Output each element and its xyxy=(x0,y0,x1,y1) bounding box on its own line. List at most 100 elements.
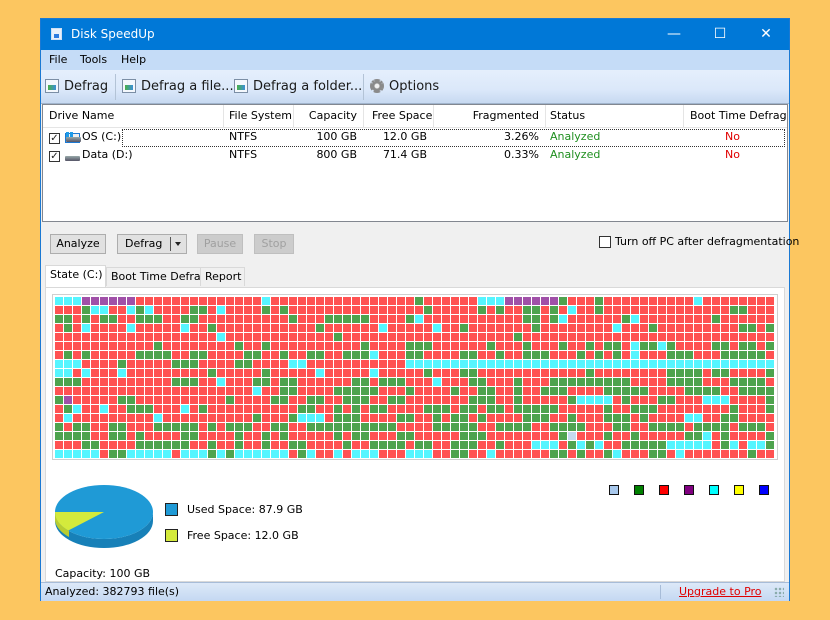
cluster-cell xyxy=(604,306,612,314)
col-status[interactable]: Status xyxy=(550,109,585,122)
cluster-cell xyxy=(208,396,216,404)
drive-row[interactable]: ✓ Data (D:) NTFS 800 GB 71.4 GB 0.33% An… xyxy=(43,147,787,165)
cluster-cell xyxy=(712,405,720,413)
cluster-cell xyxy=(343,378,351,386)
pause-button[interactable]: Pause xyxy=(197,234,243,254)
cluster-cell xyxy=(127,387,135,395)
cluster-cell xyxy=(514,306,522,314)
drive-list[interactable]: Drive Name File System Capacity Free Spa… xyxy=(42,104,788,222)
col-drive-name[interactable]: Drive Name xyxy=(49,109,114,122)
options-button[interactable]: Options xyxy=(370,76,439,96)
cluster-cell xyxy=(217,324,225,332)
drive-status: Analyzed xyxy=(550,130,601,143)
cluster-cell xyxy=(199,423,207,431)
cluster-cell xyxy=(604,297,612,305)
cluster-cell xyxy=(613,414,621,422)
cluster-cell xyxy=(586,315,594,323)
menu-help[interactable]: Help xyxy=(121,53,146,66)
defrag-split-button[interactable]: Defrag xyxy=(117,234,187,254)
cluster-cell xyxy=(622,378,630,386)
cluster-cell xyxy=(442,432,450,440)
cluster-cell xyxy=(388,405,396,413)
col-capacity[interactable]: Capacity xyxy=(309,109,357,122)
close-button[interactable]: ✕ xyxy=(743,19,789,50)
drive-checkbox[interactable]: ✓ xyxy=(49,133,60,144)
cluster-cell xyxy=(739,441,747,449)
cluster-cell xyxy=(622,315,630,323)
menu-file[interactable]: File xyxy=(49,53,67,66)
cluster-cell xyxy=(550,306,558,314)
cluster-cell xyxy=(541,387,549,395)
defrag-folder-button[interactable]: Defrag a folder... xyxy=(234,76,362,96)
defrag-file-button[interactable]: Defrag a file... xyxy=(122,76,234,96)
cluster-cell xyxy=(136,405,144,413)
analyze-button[interactable]: Analyze xyxy=(50,234,106,254)
cluster-cell xyxy=(712,360,720,368)
cluster-cell xyxy=(262,315,270,323)
cluster-cell xyxy=(235,333,243,341)
cluster-cell xyxy=(478,342,486,350)
cluster-cell xyxy=(739,387,747,395)
cluster-cell xyxy=(343,360,351,368)
cluster-cell xyxy=(721,432,729,440)
cluster-cell xyxy=(523,396,531,404)
dropdown-arrow-icon[interactable] xyxy=(175,242,181,246)
drive-row[interactable]: ✓ OS (C:) NTFS 100 GB 12.0 GB 3.26% Anal… xyxy=(43,129,787,147)
cluster-cell xyxy=(145,432,153,440)
col-fragmented[interactable]: Fragmented xyxy=(473,109,539,122)
cluster-cell xyxy=(298,432,306,440)
cluster-cell xyxy=(316,405,324,413)
cluster-cell xyxy=(532,297,540,305)
menu-tools[interactable]: Tools xyxy=(80,53,107,66)
maximize-button[interactable]: ☐ xyxy=(697,19,743,50)
cluster-cell xyxy=(325,378,333,386)
cluster-cell xyxy=(253,324,261,332)
cluster-cell xyxy=(694,351,702,359)
legend-not-fragmented-swatch xyxy=(634,485,644,495)
cluster-cell xyxy=(370,324,378,332)
cluster-cell xyxy=(694,441,702,449)
cluster-cell xyxy=(442,423,450,431)
cluster-cell xyxy=(406,333,414,341)
defrag-toolbar-button[interactable]: Defrag xyxy=(45,76,108,96)
stop-button[interactable]: Stop xyxy=(254,234,294,254)
turn-off-pc-checkbox[interactable] xyxy=(599,236,611,248)
col-file-system[interactable]: File System xyxy=(229,109,292,122)
cluster-cell xyxy=(514,432,522,440)
cluster-cell xyxy=(478,414,486,422)
cluster-cell xyxy=(415,351,423,359)
cluster-cell xyxy=(271,342,279,350)
cluster-cell xyxy=(748,450,756,458)
cluster-cell xyxy=(694,324,702,332)
cluster-cell xyxy=(172,405,180,413)
upgrade-link[interactable]: Upgrade to Pro xyxy=(679,585,762,598)
defrag-button-label: Defrag xyxy=(125,237,163,250)
cluster-cell xyxy=(109,432,117,440)
drive-checkbox[interactable]: ✓ xyxy=(49,151,60,162)
col-free-space[interactable]: Free Space xyxy=(372,109,432,122)
cluster-cell xyxy=(208,360,216,368)
tab-report[interactable]: Report xyxy=(200,267,245,286)
minimize-button[interactable]: — xyxy=(651,19,697,50)
resize-grip[interactable] xyxy=(774,587,784,597)
cluster-cell xyxy=(163,315,171,323)
cluster-cell xyxy=(748,324,756,332)
cluster-cell xyxy=(577,315,585,323)
cluster-cell xyxy=(514,396,522,404)
cluster-cell xyxy=(289,369,297,377)
cluster-cell xyxy=(82,396,90,404)
cluster-cell xyxy=(100,360,108,368)
col-boot-time-defrag[interactable]: Boot Time Defrag xyxy=(690,109,787,122)
cluster-cell xyxy=(181,360,189,368)
cluster-cell xyxy=(379,450,387,458)
cluster-cell xyxy=(136,387,144,395)
cluster-cell xyxy=(667,297,675,305)
cluster-cell xyxy=(298,351,306,359)
cluster-cell xyxy=(190,450,198,458)
tab-state[interactable]: State (C:) xyxy=(45,265,106,287)
cluster-cell xyxy=(406,378,414,386)
tab-boot-time-defrag[interactable]: Boot Time Defrag xyxy=(106,267,208,286)
cluster-cell xyxy=(379,414,387,422)
cluster-cell xyxy=(334,432,342,440)
cluster-cell xyxy=(217,315,225,323)
